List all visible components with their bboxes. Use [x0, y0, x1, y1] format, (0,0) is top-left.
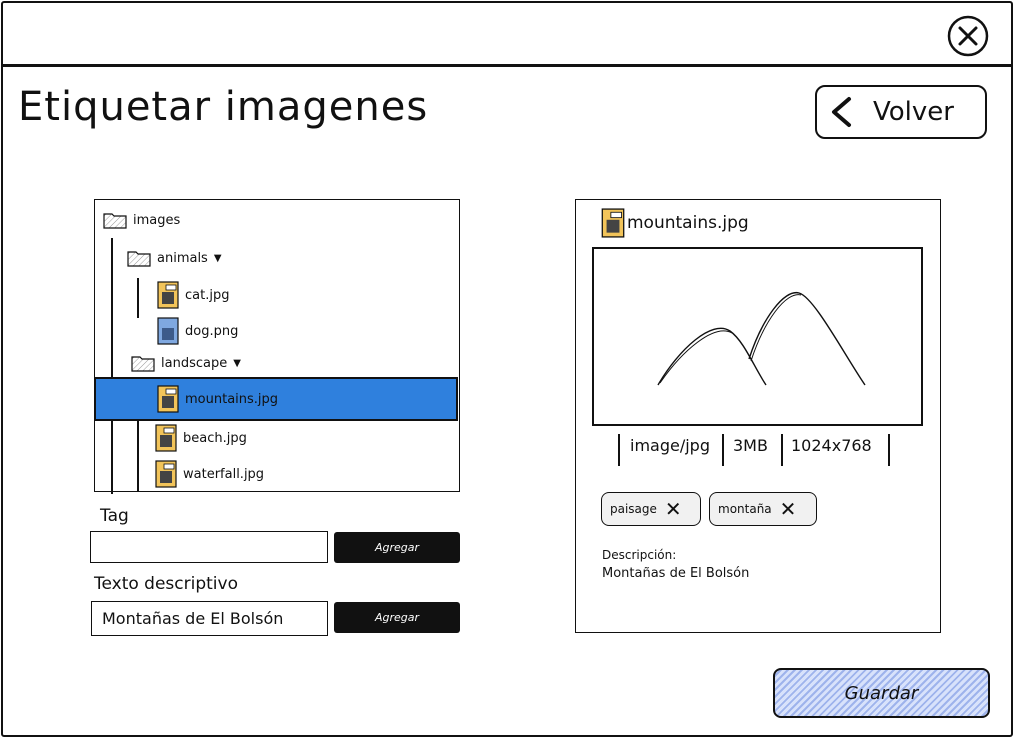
tag-label: Tag [100, 506, 129, 526]
page-title: Etiquetar imagenes [18, 84, 429, 130]
tree-item-label: animals [157, 250, 208, 266]
tag-chip-label: montaña [718, 502, 772, 516]
tree-item-landscape[interactable]: landscape ▼ [131, 354, 241, 372]
preview-header: mountains.jpg [601, 208, 749, 238]
tree-item-label: landscape [161, 355, 228, 371]
tree-item-images[interactable]: images [103, 211, 180, 229]
folder-icon [131, 356, 155, 372]
meta-separator [722, 434, 724, 466]
image-file-icon [601, 208, 625, 238]
image-placeholder-icon [657, 292, 866, 386]
tree-guide-line [137, 278, 139, 318]
tree-item-dog[interactable]: dog.png [157, 317, 238, 345]
tree-item-label: cat.jpg [185, 287, 230, 303]
tree-item-label: mountains.jpg [185, 391, 279, 407]
expand-arrow-icon[interactable]: ▼ [233, 358, 241, 369]
image-file-icon [155, 424, 177, 452]
chevron-left-icon [832, 97, 851, 127]
remove-tag-icon[interactable]: ✕ [665, 499, 682, 519]
close-circle-icon [947, 15, 989, 57]
tree-item-animals[interactable]: animals ▼ [127, 249, 222, 267]
meta-dimensions: 1024x768 [791, 436, 872, 455]
meta-separator [618, 434, 620, 466]
tree-item-cat[interactable]: cat.jpg [157, 281, 229, 309]
folder-icon [103, 213, 127, 229]
description-field-label: Texto descriptivo [94, 574, 238, 594]
image-file-icon [157, 385, 179, 413]
folder-icon [127, 251, 151, 267]
back-button[interactable]: Volver [815, 85, 987, 139]
description-input[interactable] [91, 601, 328, 636]
tree-item-label: dog.png [185, 323, 239, 339]
image-file-icon [155, 460, 177, 488]
tag-chip[interactable]: montaña ✕ [709, 492, 817, 526]
expand-arrow-icon[interactable]: ▼ [214, 253, 222, 264]
file-tree[interactable] [94, 199, 460, 492]
add-description-button[interactable]: Agregar [334, 602, 460, 633]
image-file-icon [157, 317, 179, 345]
add-tag-button[interactable]: Agregar [334, 532, 460, 563]
meta-separator [781, 434, 783, 466]
image-preview [592, 247, 923, 426]
titlebar-divider [3, 64, 1013, 67]
image-file-icon [157, 281, 179, 309]
tree-item-mountains[interactable]: mountains.jpg [94, 377, 458, 421]
tag-input[interactable] [90, 531, 328, 563]
description-value: Montañas de El Bolsón [602, 566, 750, 581]
back-button-label: Volver [873, 97, 954, 127]
save-button[interactable]: Guardar [773, 668, 990, 718]
meta-size: 3MB [733, 436, 768, 455]
tree-guide-line [111, 238, 113, 494]
tree-item-label: waterfall.jpg [183, 466, 265, 482]
close-button[interactable] [946, 14, 990, 58]
tag-chip[interactable]: paisage ✕ [601, 492, 701, 526]
meta-mime: image/jpg [630, 436, 710, 455]
remove-tag-icon[interactable]: ✕ [780, 499, 797, 519]
meta-separator [888, 434, 890, 466]
tree-item-label: beach.jpg [183, 430, 247, 446]
tree-item-label: images [133, 212, 181, 228]
tag-chip-label: paisage [610, 502, 657, 516]
description-label: Descripción: [602, 548, 677, 562]
preview-filename: mountains.jpg [627, 213, 749, 233]
tree-item-waterfall[interactable]: waterfall.jpg [155, 460, 264, 488]
tree-item-beach[interactable]: beach.jpg [155, 424, 247, 452]
